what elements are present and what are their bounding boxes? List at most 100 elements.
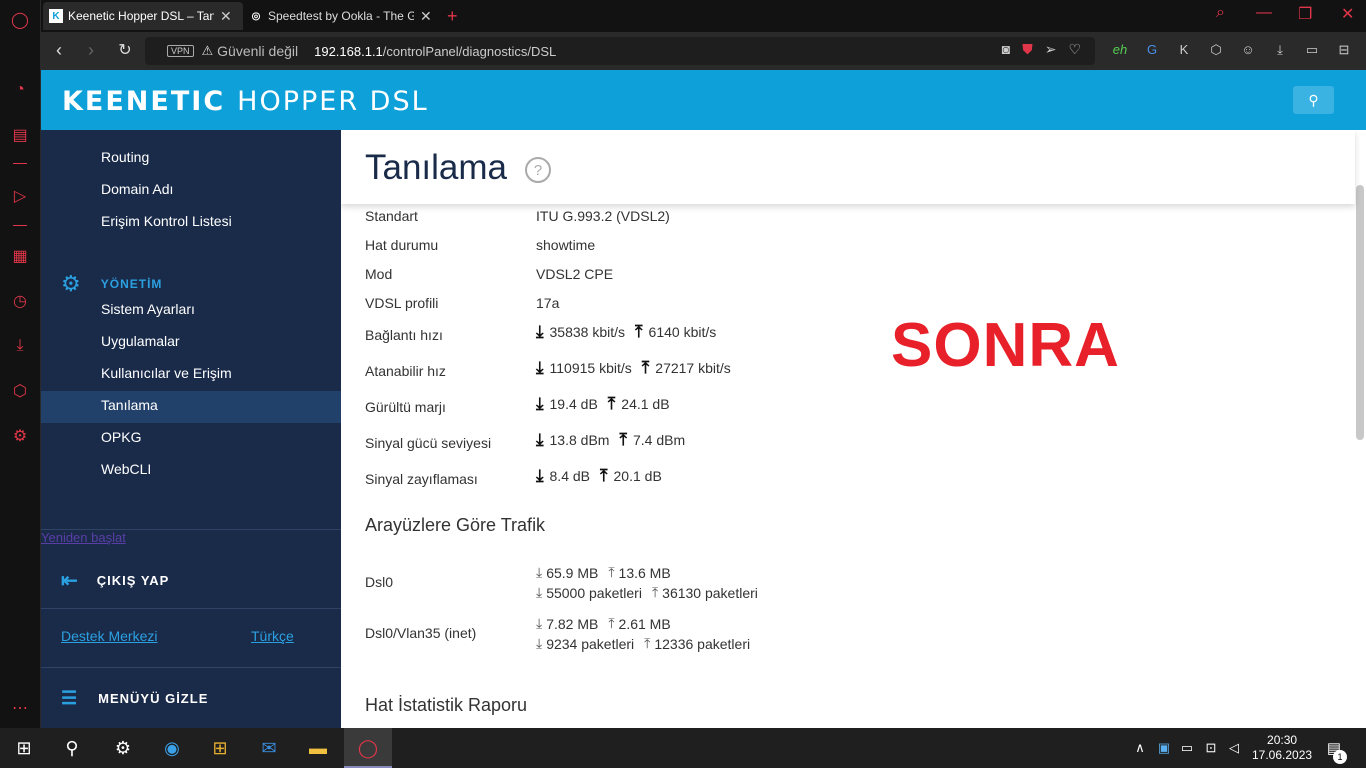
url-field[interactable]: VPN ⚠ Güvenli değil 192.168.1.1/controlP… — [145, 37, 1095, 65]
upload-arrow-icon: ⤒ — [608, 564, 615, 580]
upload-arrow-icon: ⤒ — [651, 584, 659, 600]
scrollbar[interactable] — [1356, 185, 1364, 440]
send-icon[interactable]: ▷ — [10, 186, 30, 206]
nav-item-opkg[interactable]: OPKG — [101, 429, 141, 445]
network-icon[interactable]: ⊡ — [1199, 736, 1223, 760]
logo-model: HOPPER DSL — [237, 86, 429, 117]
send-to-icon[interactable]: ➢ — [1045, 41, 1057, 58]
windows-start-icon[interactable]: ⊞ — [12, 736, 36, 760]
hide-menu-label: MENÜYÜ GİZLE — [98, 691, 209, 706]
camera-icon[interactable]: ◙ — [1002, 41, 1010, 58]
interface-name: Dsl0 — [365, 574, 394, 590]
support-link[interactable]: Destek Merkezi — [61, 628, 157, 644]
eh-extension-icon[interactable]: eh — [1111, 42, 1129, 58]
download-arrow-icon: ⤓ — [536, 564, 543, 580]
tab-speedtest[interactable]: ◎ Speedtest by Ookla - The G ✕ — [243, 2, 443, 30]
speed-dial-icon[interactable]: ◔ — [10, 80, 30, 100]
sidebar-divider — [13, 225, 27, 226]
up-value: 20.1 dB — [613, 468, 662, 484]
adblock-shield-icon[interactable]: ⛊ — [1022, 41, 1033, 58]
help-icon[interactable]: ? — [525, 157, 551, 183]
close-icon[interactable]: ✕ — [420, 8, 432, 25]
search-button[interactable]: ⚲ — [1293, 86, 1334, 114]
more-dots-icon[interactable]: ⋯ — [10, 698, 30, 718]
row-label: VDSL profili — [365, 295, 439, 311]
edge-browser-icon[interactable]: ◉ — [160, 736, 184, 760]
settings-gear-icon[interactable]: ⚙ — [10, 426, 30, 446]
opera-logo-icon[interactable]: ◯ — [10, 10, 30, 30]
restart-link[interactable]: Yeniden başlat — [41, 530, 126, 545]
nav-item-routing[interactable]: Routing — [101, 149, 149, 165]
row-label: Atanabilir hız — [365, 363, 446, 379]
search-icon[interactable]: ⚲ — [60, 736, 84, 760]
nav-item-system-settings[interactable]: Sistem Ayarları — [101, 301, 195, 317]
mail-icon[interactable]: ✉ — [257, 736, 281, 760]
logout-icon: ⇤ — [61, 570, 79, 592]
upload-arrow-icon: ⤒ — [600, 466, 608, 485]
shopping-bag-icon[interactable]: ▤ — [10, 125, 30, 145]
nav-item-users[interactable]: Kullanıcılar ve Erişim — [101, 365, 232, 381]
k-extension-icon[interactable]: K — [1175, 42, 1193, 58]
down-value: 110915 kbit/s — [549, 360, 632, 376]
speedtest-favicon-icon: ◎ — [251, 10, 261, 22]
extensions-bar: eh G K ⬡ ☺ ⤓ ▭ ⊟ ≡ — [1111, 42, 1366, 58]
reload-icon[interactable]: ↻ — [115, 40, 135, 60]
url-text: 192.168.1.1/controlPanel/diagnostics/DSL — [314, 44, 556, 59]
tab-keenetic[interactable]: K Keenetic Hopper DSL – Tan ✕ — [43, 2, 243, 30]
search-tabs-icon[interactable]: ⌕ — [1216, 4, 1225, 22]
settings-icon[interactable]: ⚙ — [111, 736, 135, 760]
opera-icon[interactable]: ◯ — [356, 736, 380, 760]
new-tab-button[interactable]: + — [441, 2, 464, 30]
translate-icon[interactable]: G — [1143, 42, 1161, 58]
nav-section-admin: ⚙ YÖNETİM — [61, 271, 162, 297]
row-value: 17a — [536, 295, 560, 311]
row-label: Sinyal zayıflaması — [365, 471, 478, 487]
nav-item-domain[interactable]: Domain Adı — [101, 181, 173, 197]
down-packets: 9234 paketleri — [546, 636, 635, 652]
cube-icon[interactable]: ⬡ — [1207, 42, 1225, 58]
nav-item-applications[interactable]: Uygulamalar — [101, 333, 180, 349]
snapshot-icon[interactable]: ⊟ — [1335, 42, 1353, 58]
apps-grid-icon[interactable]: ▦ — [10, 246, 30, 266]
nav-item-webcli[interactable]: WebCLI — [101, 461, 151, 477]
nav-item-acl[interactable]: Erişim Kontrol Listesi — [101, 213, 232, 229]
main-content: Tanılama ? Standart ITU G.993.2 (VDSL2) … — [341, 130, 1366, 728]
profile-icon[interactable]: ☺ — [1239, 42, 1257, 58]
hide-menu-button[interactable]: ☰ MENÜYÜ GİZLE — [61, 688, 208, 709]
upload-arrow-icon: ⤒ — [641, 358, 650, 377]
nav-item-diagnostics[interactable]: Tanılama — [101, 397, 158, 413]
extensions-cube-icon[interactable]: ⬡ — [10, 381, 30, 401]
chevron-up-icon[interactable]: ∧ — [1128, 736, 1152, 760]
url-host: 192.168.1.1 — [314, 43, 383, 59]
logout-button[interactable]: ⇤ ÇIKIŞ YAP — [61, 568, 169, 593]
vpn-badge[interactable]: VPN — [167, 45, 194, 57]
download-arrow-icon: ⤓ — [536, 615, 543, 631]
traffic-values: ⤓ 65.9 MB ⤒ 13.6 MB — [536, 564, 671, 581]
language-link[interactable]: Türkçe — [251, 628, 294, 644]
close-icon[interactable]: ✕ — [220, 8, 232, 25]
file-explorer-icon[interactable]: ▬ — [306, 736, 330, 760]
volume-muted-icon[interactable]: ◁ — [1222, 736, 1246, 760]
heart-icon[interactable]: ♡ — [1068, 41, 1081, 58]
battery-icon[interactable]: ▭ — [1303, 42, 1321, 58]
row-label: Standart — [365, 208, 418, 224]
tray-app-icon[interactable]: ▣ — [1152, 736, 1176, 760]
store-icon[interactable]: ⊞ — [208, 736, 232, 760]
downloads-icon[interactable]: ⤓ — [10, 336, 30, 356]
download-icon[interactable]: ⤓ — [1271, 42, 1289, 58]
battery-icon[interactable]: ▭ — [1175, 736, 1199, 760]
back-icon[interactable]: ‹ — [49, 40, 69, 61]
nav-divider — [41, 608, 341, 609]
down-value: 19.4 dB — [549, 396, 598, 412]
minimize-icon[interactable]: — — [1256, 4, 1272, 22]
forward-icon[interactable]: › — [81, 40, 101, 61]
security-status[interactable]: Güvenli değil — [217, 43, 298, 59]
history-icon[interactable]: ◷ — [10, 291, 30, 311]
traffic-values: ⤓ 9234 paketleri ⤒ 12336 paketleri — [536, 635, 750, 652]
restore-icon[interactable]: ❐ — [1298, 4, 1312, 24]
row-value: ITU G.993.2 (VDSL2) — [536, 208, 670, 224]
close-window-icon[interactable]: ✕ — [1341, 4, 1354, 24]
clock[interactable]: 20:30 17.06.2023 — [1252, 733, 1312, 763]
upload-arrow-icon: ⤒ — [607, 394, 616, 413]
download-arrow-icon: ⤓ — [536, 394, 544, 413]
